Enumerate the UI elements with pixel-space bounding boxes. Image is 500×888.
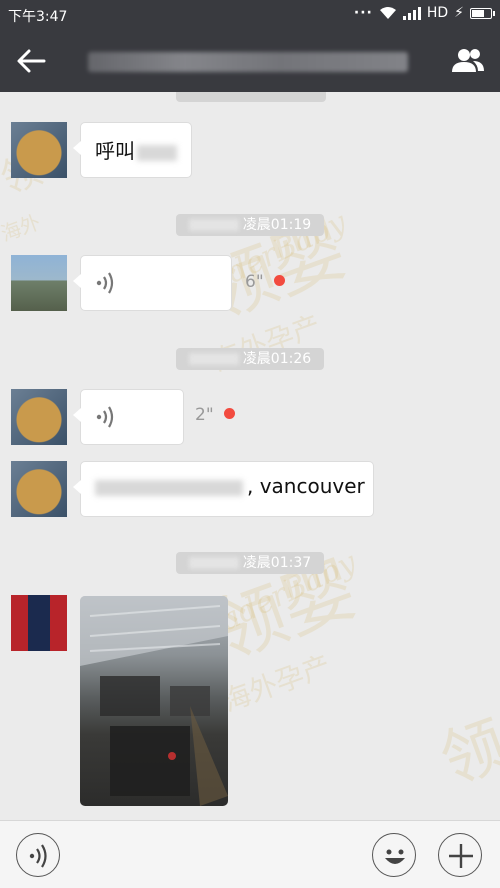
voice-message-bubble[interactable] (73, 255, 232, 311)
unread-indicator (224, 408, 235, 419)
status-time: 下午3:47 (8, 9, 68, 25)
message-bubble[interactable]: 呼叫 (73, 122, 192, 178)
voice-wave-icon (96, 406, 114, 428)
back-arrow-icon[interactable] (14, 44, 48, 78)
redacted-text (137, 144, 177, 161)
sender-avatar[interactable] (11, 595, 67, 651)
redacted-date (188, 557, 239, 569)
sender-avatar[interactable] (11, 461, 67, 517)
chat-header (0, 30, 500, 92)
emoji-button[interactable] (372, 833, 416, 877)
watermark: 领 (431, 707, 500, 800)
time-divider: 凌晨01:26 (176, 348, 324, 370)
more-notifications-icon: ··· (353, 5, 373, 21)
time-divider-text: 凌晨01:19 (242, 217, 312, 233)
smiley-icon (385, 849, 405, 864)
time-divider-text: 凌晨01:26 (242, 351, 312, 367)
message-text: 呼叫 (95, 139, 135, 163)
voice-message-bubble[interactable] (73, 389, 184, 445)
voice-wave-icon (96, 272, 114, 294)
input-toolbar (0, 820, 500, 888)
time-divider: 凌晨01:37 (176, 552, 324, 574)
chat-title (88, 52, 408, 72)
message-list[interactable]: 领婴 海外孕产 LeaderBaby 领婴 海外孕产 LeaderBaby 领 … (0, 92, 500, 820)
plus-icon (449, 844, 473, 868)
voice-duration: 6" (245, 272, 264, 292)
sender-avatar[interactable] (11, 255, 67, 311)
more-options-button[interactable] (438, 833, 482, 877)
message-bubble[interactable]: , vancouver (73, 461, 374, 517)
voice-input-button[interactable] (16, 833, 60, 877)
voice-duration: 2" (195, 405, 214, 425)
time-divider: 凌晨01:19 (176, 214, 324, 236)
unread-indicator (274, 275, 285, 286)
watermark: 海外孕产 (218, 648, 335, 719)
image-thumbnail (80, 596, 228, 806)
message-text: , vancouver (247, 474, 365, 498)
sender-avatar[interactable] (11, 389, 67, 445)
time-divider (176, 92, 326, 102)
image-message[interactable] (80, 596, 228, 806)
network-label: HD (426, 5, 449, 21)
chat-members-icon[interactable] (448, 44, 488, 78)
voice-wave-icon (29, 844, 47, 868)
time-divider-text: 凌晨01:37 (242, 555, 312, 571)
redacted-text (95, 479, 243, 496)
sender-avatar[interactable] (11, 122, 67, 178)
battery-icon (470, 7, 495, 19)
watermark: 海外 (0, 209, 44, 247)
wifi-icon (379, 7, 396, 19)
signal-icon (402, 7, 421, 20)
redacted-date (188, 219, 239, 231)
charging-icon: ⚡ (454, 5, 464, 21)
redacted-date (188, 353, 239, 365)
status-bar: 下午3:47 ··· HD ⚡ (0, 0, 500, 30)
